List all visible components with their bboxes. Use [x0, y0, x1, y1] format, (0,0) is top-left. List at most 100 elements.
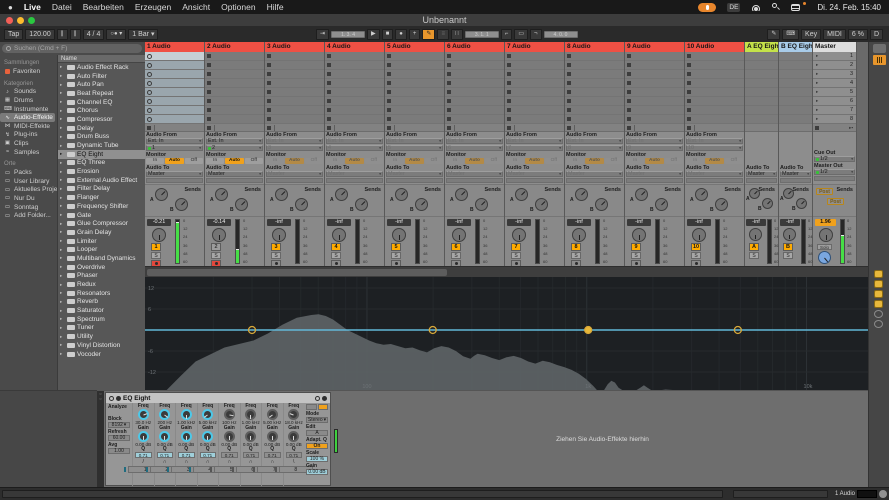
track-header[interactable]: 1 Audio: [145, 42, 204, 52]
clip-stop-row[interactable]: [565, 124, 624, 132]
menu-live[interactable]: Live: [24, 2, 41, 12]
input-type-menu[interactable]: Ext. In▾: [266, 138, 323, 144]
eq-freq-knob[interactable]: [267, 409, 278, 420]
return-track-header[interactable]: B EQ Eight: [779, 42, 812, 52]
midi-map-button[interactable]: MIDI: [823, 29, 846, 40]
clip-slot[interactable]: [505, 97, 564, 106]
eq-band-node-3[interactable]: [585, 327, 592, 334]
clip-slot[interactable]: [445, 79, 504, 88]
eq-gain-knob[interactable]: [245, 431, 256, 442]
scene-launch-icon[interactable]: ▸: [816, 53, 818, 59]
clip-slot[interactable]: [145, 61, 204, 70]
clip-slot[interactable]: [145, 88, 204, 97]
analyze-label[interactable]: Analyze: [108, 404, 130, 410]
input-channel-menu[interactable]: 7▾: [506, 145, 563, 151]
track-header[interactable]: 6 Audio: [445, 42, 504, 52]
wifi-icon[interactable]: [751, 4, 761, 11]
track-delay-field[interactable]: [326, 178, 383, 183]
clip-slot[interactable]: [625, 106, 684, 115]
return-track-header[interactable]: A EQ Eight: [745, 42, 778, 52]
browser-item[interactable]: ▸Delay: [58, 124, 145, 133]
monitor-off-button[interactable]: Off: [305, 158, 323, 164]
send-b-knob[interactable]: [595, 198, 608, 211]
track-header[interactable]: 2 Audio: [205, 42, 264, 52]
monitor-switch[interactable]: InAutoOff: [146, 158, 203, 164]
send-b-knob[interactable]: [355, 198, 368, 211]
clip-slot[interactable]: [265, 115, 324, 124]
browser-search-input[interactable]: Suchen (Cmd + F): [2, 44, 142, 53]
track-activator-button[interactable]: 1: [151, 243, 161, 251]
edit-ab-button[interactable]: A: [306, 430, 328, 436]
clip-slot[interactable]: [265, 97, 324, 106]
browser-item[interactable]: ▸Saturator: [58, 306, 145, 315]
clip-slot[interactable]: [625, 88, 684, 97]
menu-ansicht[interactable]: Ansicht: [182, 2, 210, 12]
volume-field[interactable]: -inf: [387, 219, 411, 226]
send-a-knob[interactable]: [783, 188, 794, 199]
eq-gain-knob[interactable]: [224, 431, 235, 442]
track-delay-field[interactable]: [746, 178, 777, 183]
adapt-q-toggle[interactable]: On: [306, 443, 328, 449]
play-button[interactable]: ▶: [367, 29, 380, 40]
show-mixer-toggle[interactable]: [874, 300, 883, 308]
loop-length-field[interactable]: 4. 0. 0: [544, 31, 578, 38]
input-type-menu[interactable]: Ext. In▾: [386, 138, 443, 144]
solo-button[interactable]: S: [749, 252, 759, 259]
monitor-auto-button[interactable]: Auto: [405, 158, 423, 164]
eq-gain-knob[interactable]: [288, 431, 299, 442]
output-menu[interactable]: Master▾: [566, 171, 623, 177]
clip-slot[interactable]: [385, 88, 444, 97]
input-channel-menu[interactable]: 8▾: [566, 145, 623, 151]
device-title-bar[interactable]: EQ Eight: [106, 393, 330, 403]
monitor-auto-button[interactable]: Auto: [645, 158, 663, 164]
show-io-toggle[interactable]: [874, 270, 883, 278]
clip-slot[interactable]: [625, 79, 684, 88]
clip-slot[interactable]: [505, 106, 564, 115]
track-activator-button[interactable]: 4: [331, 243, 341, 251]
clip-slot[interactable]: [265, 70, 324, 79]
key-map-button[interactable]: Key: [801, 29, 821, 40]
output-menu[interactable]: Master▾: [266, 171, 323, 177]
sidebar-item-packs[interactable]: ▭Packs: [0, 168, 57, 177]
menubar-clock[interactable]: Di. 24. Feb. 15:40: [817, 3, 881, 12]
track-delay-field[interactable]: [780, 178, 811, 183]
monitor-auto-button[interactable]: Auto: [285, 158, 303, 164]
track-delay-field[interactable]: [206, 178, 263, 183]
browser-item[interactable]: ▸Glue Compressor: [58, 219, 145, 228]
monitor-in-button[interactable]: In: [326, 158, 344, 164]
eq-eight-expanded-display[interactable]: 126-6-121001k10k: [145, 277, 868, 390]
clip-slot[interactable]: [145, 97, 204, 106]
disclosure-triangle-icon[interactable]: ▸: [60, 238, 65, 244]
automation-arm-button[interactable]: ✎: [422, 29, 435, 40]
track-header[interactable]: 7 Audio: [505, 42, 564, 52]
clip-slot[interactable]: [685, 106, 744, 115]
clip-slot[interactable]: [565, 61, 624, 70]
clip-stop-row[interactable]: [145, 124, 204, 132]
monitor-auto-button[interactable]: Auto: [465, 158, 483, 164]
clip-slot[interactable]: [385, 52, 444, 61]
metronome-button[interactable]: ○● ▾: [106, 29, 126, 40]
device-view-side-strip[interactable]: ○○: [97, 391, 104, 487]
clip-slot[interactable]: [325, 115, 384, 124]
eq-q-value[interactable]: 0.71: [221, 452, 238, 458]
monitor-in-button[interactable]: In: [206, 158, 224, 164]
scale-field[interactable]: 100 %: [306, 456, 328, 462]
eq-q-value[interactable]: 0.71: [178, 452, 195, 458]
show-returns-toggle[interactable]: [874, 290, 883, 298]
browser-item[interactable]: ▸EQ Three: [58, 159, 145, 168]
clip-slot[interactable]: [325, 88, 384, 97]
scene-launch-icon[interactable]: ▸: [816, 89, 818, 95]
monitor-in-button[interactable]: In: [446, 158, 464, 164]
clip-slot[interactable]: [505, 52, 564, 61]
input-channel-menu[interactable]: 3▾: [266, 145, 323, 151]
menu-hilfe[interactable]: Hilfe: [267, 2, 284, 12]
browser-item[interactable]: ▸External Audio Effect: [58, 176, 145, 185]
clip-slot[interactable]: [325, 97, 384, 106]
monitor-auto-button[interactable]: Auto: [165, 158, 183, 164]
clip-slot[interactable]: [145, 106, 204, 115]
monitor-off-button[interactable]: Off: [365, 158, 383, 164]
send-b-knob[interactable]: [175, 198, 188, 211]
browser-item[interactable]: ▸Multiband Dynamics: [58, 254, 145, 263]
send-a-knob[interactable]: [215, 188, 228, 201]
browser-item[interactable]: ▸Beat Repeat: [58, 89, 145, 98]
